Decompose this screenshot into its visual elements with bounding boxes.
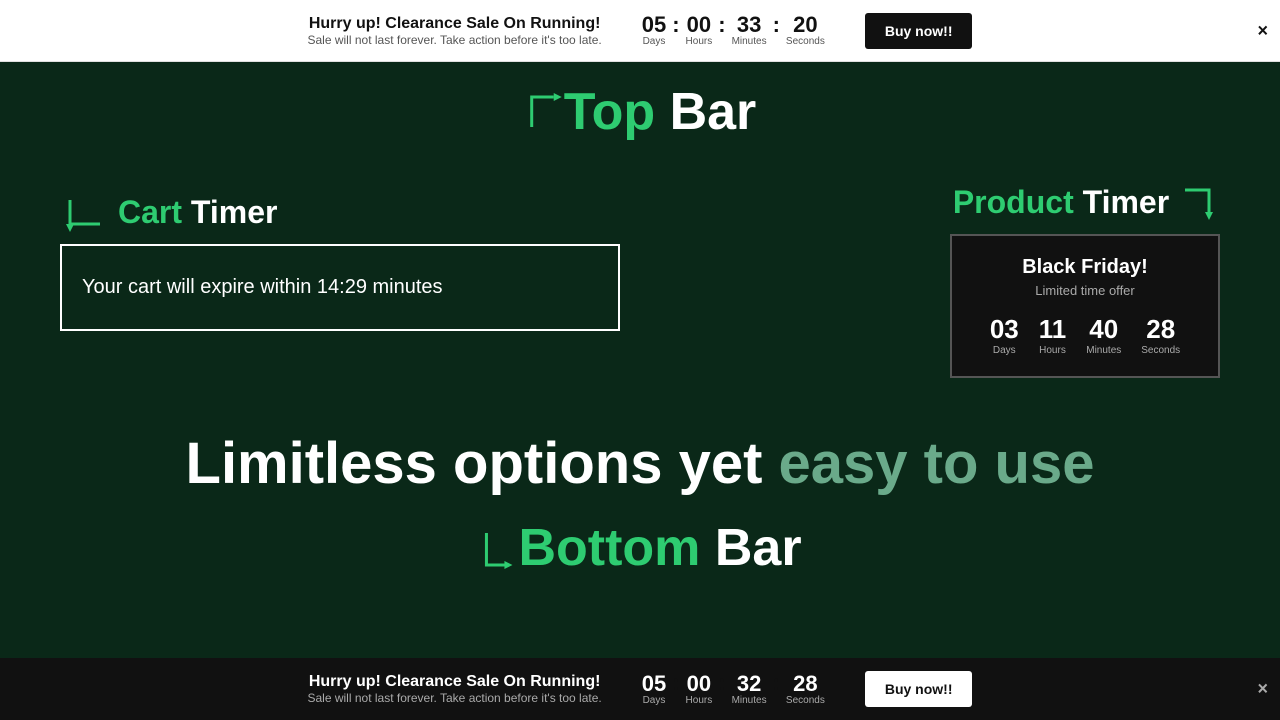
- cart-timer-label-text: Cart Timer: [118, 194, 277, 231]
- product-timer-section: Product Timer Black Friday! Limited time…: [950, 182, 1220, 378]
- product-days: 03 Days: [990, 314, 1019, 356]
- bottom-bar-close-button[interactable]: ×: [1257, 679, 1268, 700]
- product-seconds: 28 Seconds: [1141, 314, 1180, 356]
- product-box: Black Friday! Limited time offer 03 Days…: [950, 234, 1220, 378]
- top-bar-label-text: Top Bar: [564, 82, 757, 142]
- product-hours: 11 Hours: [1039, 314, 1067, 356]
- top-bar-hours: 00 Hours: [686, 14, 713, 47]
- bottom-bar-buy-button[interactable]: Buy now!!: [865, 671, 973, 707]
- cart-timer-label: Cart Timer: [60, 192, 620, 232]
- product-timer-label-text: Product Timer: [953, 184, 1169, 221]
- bottom-bar-seconds: 28 Seconds: [786, 673, 825, 706]
- bottom-bar-days: 05 Days: [642, 673, 666, 706]
- bottom-bar-label-section: Bottom Bar: [478, 518, 801, 578]
- bottom-bar-headline: Hurry up! Clearance Sale On Running!: [308, 673, 602, 691]
- top-bar-headline: Hurry up! Clearance Sale On Running!: [308, 15, 602, 33]
- product-minutes: 40 Minutes: [1086, 314, 1121, 356]
- bottom-bar-label-text: Bottom Bar: [518, 518, 801, 578]
- limitless-text: Limitless options yet easy to use: [0, 432, 1280, 496]
- b-sep2: :: [718, 670, 725, 696]
- bottom-bar-hours: 00 Hours: [686, 673, 713, 706]
- sep1: :: [672, 12, 679, 38]
- top-bar-buy-button[interactable]: Buy now!!: [865, 13, 973, 49]
- product-timer-label: Product Timer: [950, 182, 1220, 222]
- top-bar-arrow: [524, 87, 564, 137]
- top-bar-text: Hurry up! Clearance Sale On Running! Sal…: [308, 15, 602, 47]
- limitless-section: Limitless options yet easy to use: [0, 432, 1280, 496]
- product-box-subtitle: Limited time offer: [972, 283, 1198, 298]
- sep2: :: [718, 12, 725, 38]
- top-bar-minutes: 33 Minutes: [732, 14, 767, 47]
- top-bar-countdown: 05 Days : 00 Hours : 33 Minutes : 20 Sec…: [642, 12, 825, 50]
- top-bar-days: 05 Days: [642, 14, 666, 47]
- bottom-bar-subtext: Sale will not last forever. Take action …: [308, 691, 602, 705]
- cart-box-text: Your cart will expire within 14:29 minut…: [82, 276, 598, 299]
- top-bar-subtext: Sale will not last forever. Take action …: [308, 33, 602, 47]
- top-bar: Hurry up! Clearance Sale On Running! Sal…: [0, 0, 1280, 62]
- bottom-bar-countdown: 05 Days : 00 Hours : 32 Minutes : 28 Sec…: [642, 670, 825, 708]
- top-bar-close-button[interactable]: ×: [1257, 20, 1268, 41]
- main-content: Top Bar Cart Timer Your cart will expire…: [0, 62, 1280, 658]
- b-sep3: :: [773, 670, 780, 696]
- cart-timer-section: Cart Timer Your cart will expire within …: [60, 192, 620, 331]
- product-box-title: Black Friday!: [972, 256, 1198, 279]
- bottom-bar-text: Hurry up! Clearance Sale On Running! Sal…: [308, 673, 602, 705]
- bottom-bar-minutes: 32 Minutes: [732, 673, 767, 706]
- sep3: :: [773, 12, 780, 38]
- cart-box: Your cart will expire within 14:29 minut…: [60, 244, 620, 331]
- b-sep1: :: [672, 670, 679, 696]
- top-bar-label-section: Top Bar: [524, 82, 757, 142]
- product-countdown: 03 Days 11 Hours 40 Minutes 28 Seconds: [972, 314, 1198, 356]
- bottom-bar: Hurry up! Clearance Sale On Running! Sal…: [0, 658, 1280, 720]
- bottom-bar-arrow: [478, 523, 518, 578]
- top-bar-seconds: 20 Seconds: [786, 14, 825, 47]
